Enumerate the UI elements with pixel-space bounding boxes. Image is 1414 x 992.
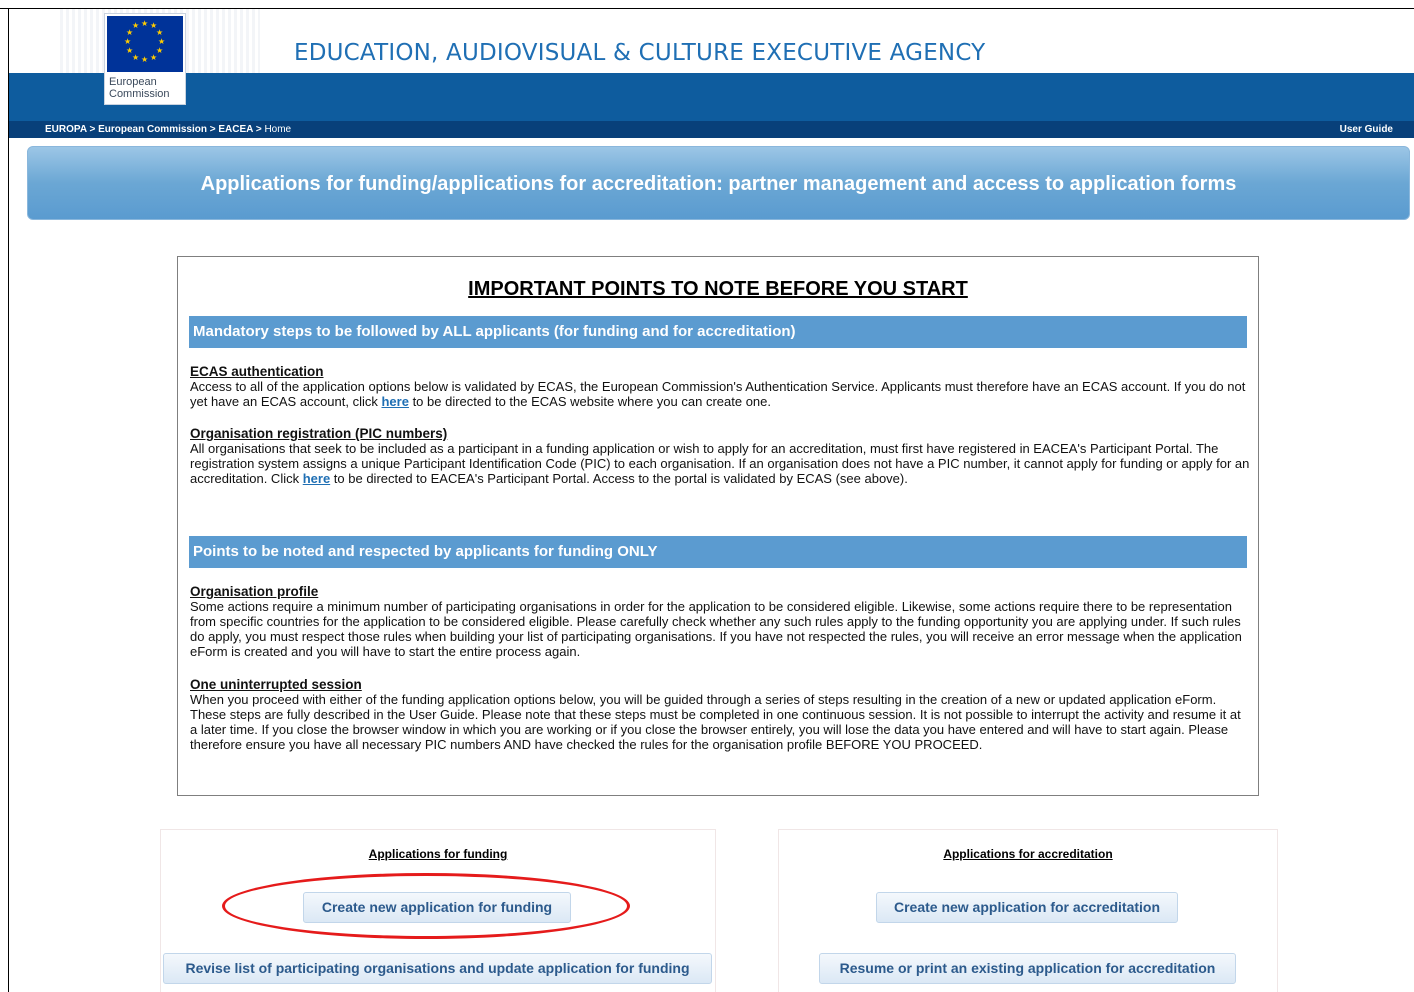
uninterrupted-session-note: One uninterrupted session When you proce… (190, 677, 1250, 752)
resume-accreditation-application-button[interactable]: Resume or print an existing application … (819, 953, 1236, 984)
breadcrumb: EUROPA > European Commission > EACEA > H… (45, 121, 291, 138)
breadcrumb-bar: EUROPA > European Commission > EACEA > H… (9, 121, 1414, 138)
page-title: Applications for funding/applications fo… (200, 173, 1237, 195)
eu-flag-icon: ★ ★ ★ ★ ★ ★ ★ ★ ★ ★ ★ ★ (107, 16, 183, 72)
organisation-profile-title: Organisation profile (190, 584, 319, 599)
pic-text-after: to be directed to EACEA's Participant Po… (330, 471, 908, 486)
mandatory-steps-section-header: Mandatory steps to be followed by ALL ap… (189, 316, 1247, 348)
user-guide-link[interactable]: User Guide (1340, 121, 1393, 138)
breadcrumb-europa[interactable]: EUROPA (45, 124, 87, 135)
uninterrupted-session-title: One uninterrupted session (190, 677, 362, 692)
important-notes-box: IMPORTANT POINTS TO NOTE BEFORE YOU STAR… (177, 256, 1259, 796)
ecas-here-link[interactable]: here (381, 394, 408, 409)
create-accreditation-application-button[interactable]: Create new application for accreditation (876, 892, 1178, 923)
logo-text-line-2: Commission (109, 88, 170, 100)
portal-here-link[interactable]: here (303, 471, 330, 486)
breadcrumb-home: Home (264, 124, 292, 135)
ecas-authentication-note: ECAS authentication Access to all of the… (190, 364, 1250, 409)
agency-title: EDUCATION, AUDIOVISUAL & CULTURE EXECUTI… (294, 40, 986, 66)
page-title-banner: Applications for funding/applications fo… (27, 146, 1410, 220)
notes-heading: IMPORTANT POINTS TO NOTE BEFORE YOU STAR… (468, 278, 968, 300)
create-funding-application-button[interactable]: Create new application for funding (303, 892, 571, 923)
ecas-text-after: to be directed to the ECAS website where… (408, 394, 771, 409)
logo-text-line-1: European (109, 76, 157, 88)
breadcrumb-european-commission[interactable]: European Commission (98, 124, 207, 135)
breadcrumb-separator: > (89, 124, 99, 135)
accreditation-panel-title: Applications for accreditation (943, 847, 1113, 861)
header-blue-band (9, 73, 1414, 121)
ecas-authentication-title: ECAS authentication (190, 364, 324, 379)
frame-left-border (8, 8, 9, 992)
funding-only-section-header: Points to be noted and respected by appl… (189, 536, 1247, 568)
organisation-profile-note: Organisation profile Some actions requir… (190, 584, 1250, 659)
pic-registration-note: Organisation registration (PIC numbers) … (190, 426, 1250, 486)
accreditation-panel: Applications for accreditation Create ne… (778, 829, 1278, 992)
funding-panel-title: Applications for funding (368, 847, 508, 861)
pic-registration-title: Organisation registration (PIC numbers) (190, 426, 448, 441)
european-commission-logo[interactable]: ★ ★ ★ ★ ★ ★ ★ ★ ★ ★ ★ ★ European Commiss… (104, 13, 186, 105)
funding-panel: Applications for funding Create new appl… (160, 829, 716, 992)
uninterrupted-session-text: When you proceed with either of the fund… (190, 692, 1241, 752)
revise-funding-application-button[interactable]: Revise list of participating organisatio… (163, 953, 712, 984)
organisation-profile-text: Some actions require a minimum number of… (190, 599, 1242, 659)
logo-text: European Commission (109, 76, 170, 100)
breadcrumb-eacea[interactable]: EACEA (218, 124, 253, 135)
